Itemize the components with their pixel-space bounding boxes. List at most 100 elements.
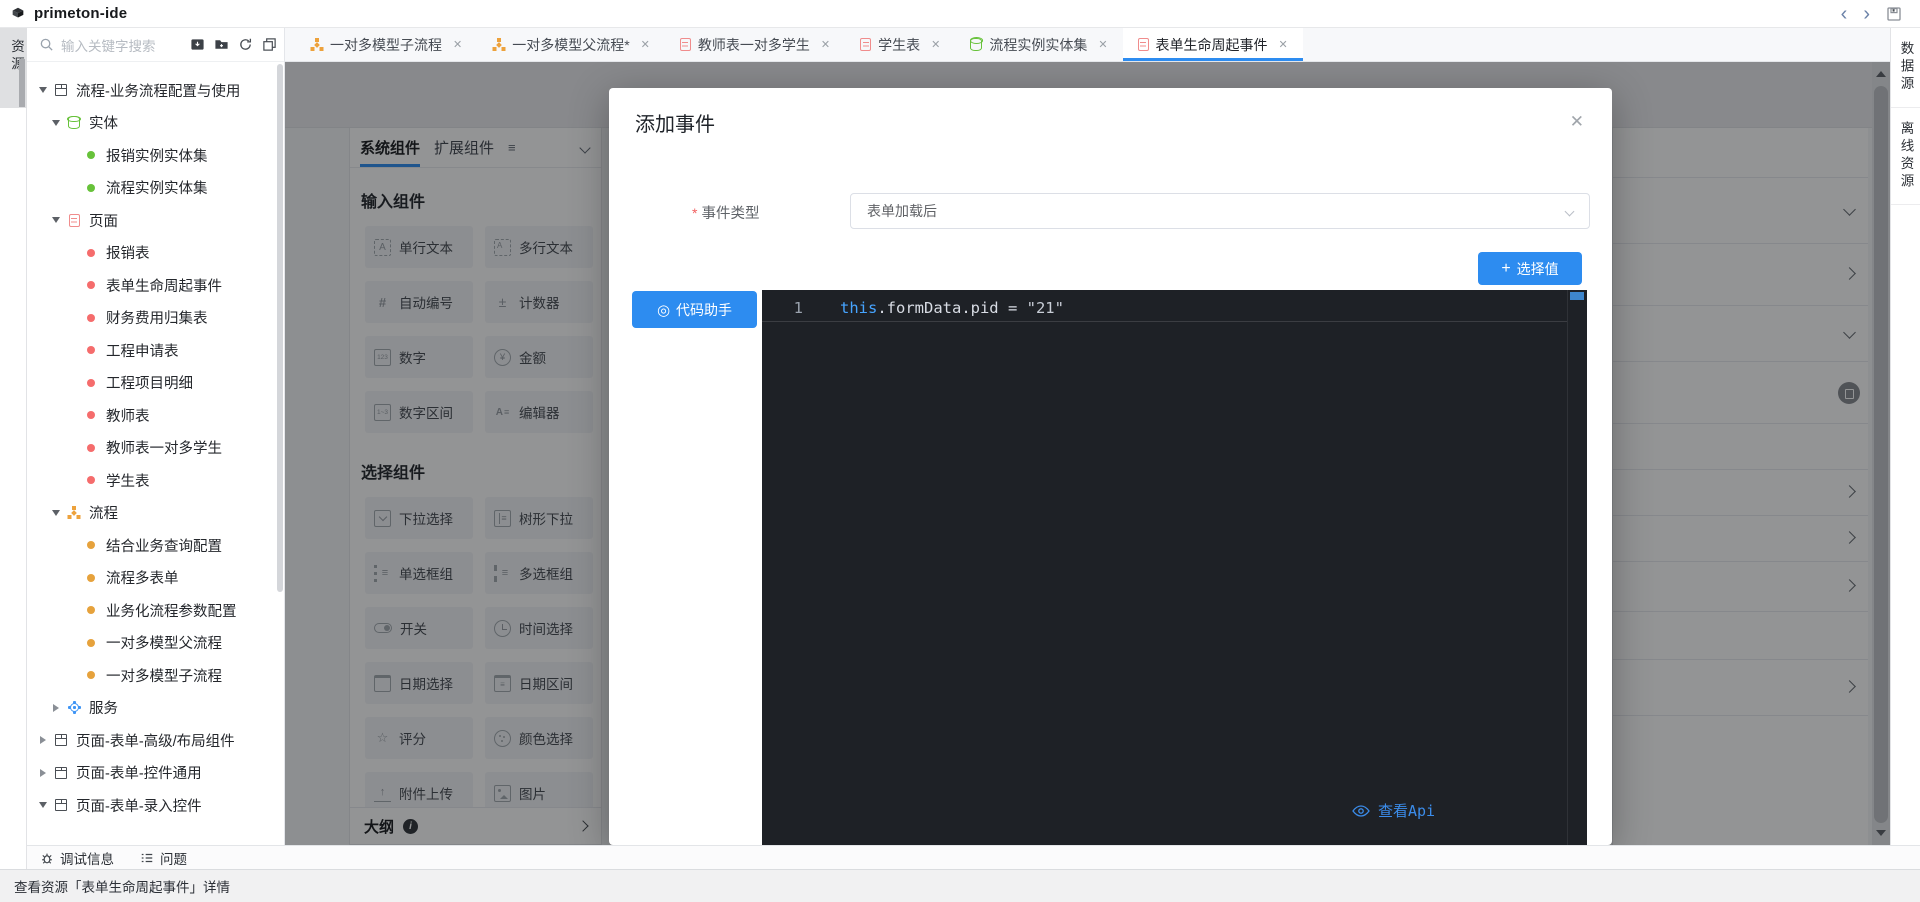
status-bar: 查看资源「表单生命周起事件」详情 [0,869,1920,902]
tree-item-icon [87,151,95,160]
editor-tab[interactable]: 教师表一对多学生 ✕ [665,28,845,61]
tree-item-icon [55,84,67,97]
tree-item-icon [68,701,81,714]
eye-icon [1352,804,1370,817]
collapse-panels-icon[interactable] [262,37,277,52]
rail-tab-datasource[interactable]: 数据源 [1891,28,1920,108]
tree-item[interactable]: 流程多表单 [27,562,284,595]
tab-label: 学生表 [878,36,921,53]
tree-item-label: 表单生命周起事件 [106,278,222,295]
tree-item-icon [68,213,80,227]
tree-expand-icon[interactable] [35,769,50,777]
tree-item[interactable]: 财务费用归集表 [27,302,284,335]
tree-expand-icon[interactable] [48,217,63,223]
dialog-title: 添加事件 [635,114,715,136]
tree-item[interactable]: 报销实例实体集 [27,139,284,172]
editor-scrollbar-thumb[interactable] [1570,292,1584,300]
plus-icon: + [1501,259,1511,277]
tree-item[interactable]: 服务 [27,692,284,725]
view-api-link[interactable]: 查看Api [1352,800,1435,821]
import-resource-icon[interactable] [190,37,205,52]
tree-item[interactable]: 教师表一对多学生 [27,432,284,465]
tree-item-icon [87,411,95,420]
rail-tab-offline-resources[interactable]: 离线资源 [1891,108,1920,205]
tab-close-icon[interactable]: ✕ [453,38,462,51]
tree-item-icon [87,606,95,615]
select-value-button[interactable]: + 选择值 [1478,252,1582,285]
tree-expand-icon[interactable] [35,802,50,808]
tree-item[interactable]: 表单生命周起事件 [27,269,284,302]
tree-item[interactable]: 结合业务查询配置 [27,529,284,562]
tree-item[interactable]: 工程申请表 [27,334,284,367]
sidebar-scrollbar-thumb[interactable] [277,64,283,592]
event-type-value: 表单加载后 [867,203,937,219]
debug-info-button[interactable]: 调试信息 [40,848,114,868]
tree-item[interactable]: 页面-表单-高级/布局组件 [27,724,284,757]
rail-scrollbar-thumb[interactable] [19,59,25,107]
tab-type-icon [1137,38,1149,51]
editor-tab[interactable]: 表单生命周起事件 ✕ [1122,28,1303,61]
tree-item[interactable]: 报销表 [27,237,284,270]
editor-tab[interactable]: 流程实例实体集 ✕ [955,28,1122,61]
tab-close-icon[interactable]: ✕ [641,38,650,51]
search-input[interactable]: 输入关键字搜索 [27,28,284,62]
tree-item-icon [87,183,95,192]
tree-item[interactable]: 页面-表单-录入控件 [27,789,284,822]
tree-item[interactable]: 流程实例实体集 [27,172,284,205]
tree-expand-icon[interactable] [35,87,50,93]
tree-item[interactable]: 流程 [27,497,284,530]
tree-expand-icon[interactable] [48,120,63,126]
tab-close-icon[interactable]: ✕ [931,38,940,51]
tree-item[interactable]: 流程-业务流程配置与使用 [27,74,284,107]
tab-close-icon[interactable]: ✕ [1098,38,1107,51]
editor-scrollbar[interactable] [1567,290,1587,845]
close-icon[interactable]: ✕ [1570,112,1584,132]
tab-label: 流程实例实体集 [989,36,1088,53]
tab-close-icon[interactable]: ✕ [1279,38,1288,51]
problems-button[interactable]: 问题 [140,848,187,868]
save-icon[interactable] [1886,6,1902,22]
refresh-icon[interactable] [238,37,253,52]
event-type-label: * 事件类型 [692,205,760,222]
tree-item-label: 业务化流程参数配置 [106,603,237,620]
editor-tab[interactable]: 学生表 ✕ [845,28,955,61]
code-helper-button[interactable]: ◎ 代码助手 [632,291,757,328]
tree-item[interactable]: 工程项目明细 [27,367,284,400]
forward-icon[interactable]: › [1863,4,1870,24]
tree-item[interactable]: 业务化流程参数配置 [27,594,284,627]
tree-item[interactable]: 一对多模型子流程 [27,659,284,692]
code-editor[interactable]: 1 this.formData.pid = "21" 查看Api [762,290,1587,845]
back-icon[interactable]: ‹ [1841,4,1848,24]
event-type-select[interactable]: 表单加载后 [850,193,1590,229]
editor-tab[interactable]: 一对多模型子流程 ✕ [295,28,477,61]
tab-close-icon[interactable]: ✕ [821,38,830,51]
tree-expand-icon[interactable] [48,510,63,516]
tree-item-label: 工程项目明细 [106,376,193,393]
tree-item-icon [87,248,95,257]
bottom-toolbar: 调试信息 问题 [27,845,1920,869]
tree-item-label: 服务 [89,701,118,718]
tree-item-label: 工程申请表 [106,343,179,360]
right-rail: 数据源 离线资源 [1890,28,1920,869]
tree-item-icon [87,281,95,290]
add-event-dialog: 添加事件 ✕ * 事件类型 表单加载后 + 选择值 ◎ 代码助手 1 this.f… [609,88,1612,845]
tree-item-icon [87,346,95,355]
sidebar-toolbar [190,37,277,52]
code-line[interactable]: 1 this.formData.pid = "21" [762,294,1567,322]
tree-item-label: 财务费用归集表 [106,311,208,328]
tree-item[interactable]: 页面-表单-控件通用 [27,757,284,790]
left-rail: 资源 [0,28,27,869]
tree-item[interactable]: 页面 [27,204,284,237]
new-folder-icon[interactable] [214,37,229,52]
tree-item-label: 教师表一对多学生 [106,441,222,458]
tree-item[interactable]: 一对多模型父流程 [27,627,284,660]
tree-expand-icon[interactable] [35,736,50,744]
tree-item[interactable]: 教师表 [27,399,284,432]
editor-tabbar: 一对多模型子流程 ✕ 一对多模型父流程* ✕ 教师表一对多学生 ✕ 学生表 ✕ … [285,28,1890,62]
tab-type-icon [310,37,323,52]
tree-item-label: 页面-表单-高级/布局组件 [76,733,235,750]
tree-expand-icon[interactable] [48,704,63,712]
tree-item[interactable]: 学生表 [27,464,284,497]
tree-item[interactable]: 实体 [27,107,284,140]
editor-tab[interactable]: 一对多模型父流程* ✕ [477,28,665,61]
